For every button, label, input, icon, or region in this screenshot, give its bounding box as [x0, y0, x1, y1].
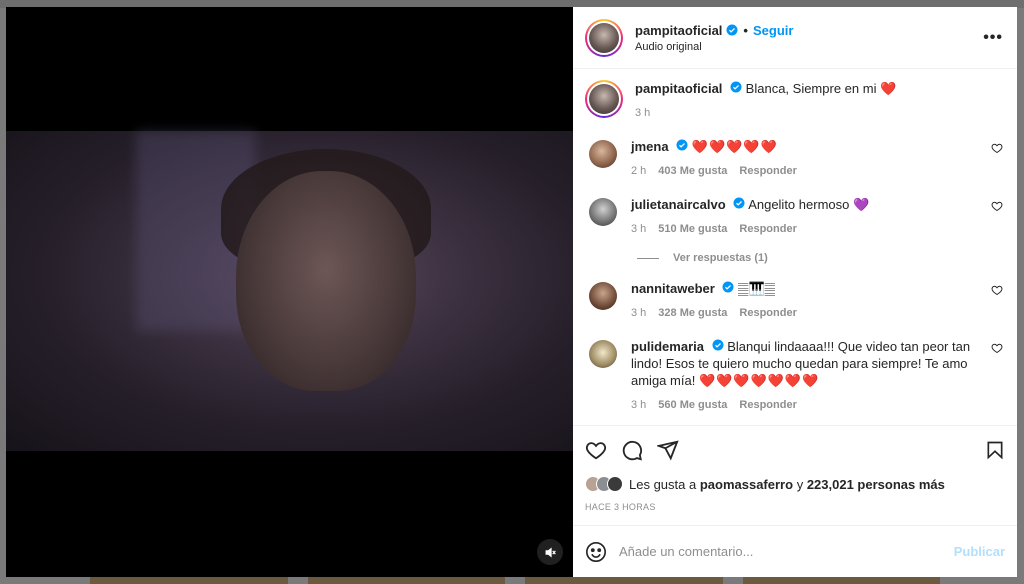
comment-emoji: 💜: [852, 197, 870, 212]
heart-icon[interactable]: [991, 284, 1003, 296]
replies-divider: [637, 257, 659, 259]
comment-item: pulidemaria Blanqui lindaaaa!!! Que vide…: [585, 338, 1005, 414]
comment-text: 𝄛🎹𝄛: [738, 281, 776, 296]
post-caption: pampitaoficial Blanca, Siempre en mi ❤️ …: [585, 70, 1005, 122]
reply-button[interactable]: Responder: [739, 305, 796, 322]
heart-icon[interactable]: [991, 342, 1003, 354]
bookmark-icon[interactable]: [985, 439, 1005, 461]
video-frame[interactable]: [6, 131, 573, 451]
verified-badge-icon: [726, 24, 738, 36]
caption-username[interactable]: pampitaoficial: [635, 81, 722, 96]
comment-composer: Añade un comentario... Publicar: [573, 525, 1017, 577]
verified-badge-icon: [733, 197, 745, 209]
video-subject-face: [236, 171, 416, 391]
post-modal: pampitaoficial • Seguir Audio original •…: [6, 7, 1017, 577]
audio-link[interactable]: Audio original: [635, 41, 793, 53]
heart-icon[interactable]: [991, 200, 1003, 212]
follow-button[interactable]: Seguir: [753, 23, 793, 38]
comment-username[interactable]: julietanaircalvo: [631, 197, 726, 212]
comment-item: nannitaweber 𝄛🎹𝄛 3 h 328 Me gusta Respon…: [585, 280, 1005, 322]
verified-badge-icon: [722, 281, 734, 293]
comment-time: 3 h: [631, 223, 647, 235]
caption-text: Blanca, Siempre en mi ❤️: [745, 81, 897, 96]
caption-avatar[interactable]: [585, 80, 623, 118]
reply-button[interactable]: Responder: [739, 397, 796, 414]
comment-time: 3 h: [631, 307, 647, 319]
caption-time: 3 h: [635, 107, 651, 119]
commenter-avatar[interactable]: [589, 140, 617, 168]
heart-icon[interactable]: [991, 142, 1003, 154]
separator-dot: •: [743, 22, 748, 38]
author-username[interactable]: pampitaoficial: [635, 23, 722, 38]
comment-username[interactable]: jmena: [631, 139, 669, 154]
commenter-avatar[interactable]: [589, 340, 617, 368]
heart-icon[interactable]: [585, 439, 607, 461]
comment-item: jmena ❤️❤️❤️❤️❤️ 2 h 403 Me gusta Respon…: [585, 138, 1005, 180]
reply-button[interactable]: Responder: [739, 221, 796, 238]
comment-icon[interactable]: [621, 439, 643, 461]
background-feed-thumbnails: [90, 576, 940, 584]
comment-likes[interactable]: 328 Me gusta: [658, 305, 727, 322]
comment-time: 3 h: [631, 399, 647, 411]
view-replies-label: Ver respuestas (1): [673, 252, 768, 264]
more-options-button[interactable]: •••: [983, 29, 1003, 47]
commenter-avatar[interactable]: [589, 282, 617, 310]
liker-avatar: [607, 476, 623, 492]
post-side-panel: pampitaoficial • Seguir Audio original •…: [573, 7, 1017, 577]
post-actions: Les gusta a paomassaferro y 223,021 pers…: [573, 425, 1017, 512]
comments-list[interactable]: pampitaoficial Blanca, Siempre en mi ❤️ …: [573, 70, 1017, 425]
share-icon[interactable]: [657, 439, 679, 461]
post-header: pampitaoficial • Seguir Audio original •…: [573, 7, 1017, 69]
likes-user[interactable]: paomassaferro: [700, 477, 793, 492]
comment-text: Angelito hermoso: [748, 197, 850, 212]
mute-toggle-button[interactable]: [537, 539, 563, 565]
comment-username[interactable]: pulidemaria: [631, 339, 704, 354]
comment-username[interactable]: nannitaweber: [631, 281, 715, 296]
post-timestamp[interactable]: HACE 3 HORAS: [585, 502, 1005, 512]
comment-likes[interactable]: 510 Me gusta: [658, 221, 727, 238]
author-avatar[interactable]: [585, 18, 623, 57]
post-media[interactable]: [6, 7, 573, 577]
comment-likes[interactable]: 403 Me gusta: [658, 163, 727, 180]
view-replies-button[interactable]: Ver respuestas (1): [637, 252, 1005, 264]
comment-likes[interactable]: 560 Me gusta: [658, 397, 727, 414]
likes-count[interactable]: 223,021 personas más: [807, 477, 945, 492]
publish-button[interactable]: Publicar: [954, 544, 1005, 559]
verified-badge-icon: [730, 81, 742, 93]
emoji-icon[interactable]: [585, 541, 607, 563]
reply-button[interactable]: Responder: [739, 163, 796, 180]
likes-summary[interactable]: Les gusta a paomassaferro y 223,021 pers…: [585, 476, 1005, 492]
likes-prefix: Les gusta a: [629, 476, 697, 492]
verified-badge-icon: [676, 139, 688, 151]
comment-item: julietanaircalvo Angelito hermoso 💜 3 h …: [585, 196, 1005, 238]
comment-time: 2 h: [631, 165, 647, 177]
muted-speaker-icon: [545, 546, 556, 558]
verified-badge-icon: [712, 339, 724, 351]
comment-emoji: ❤️❤️❤️❤️❤️❤️❤️: [698, 373, 820, 388]
commenter-avatar[interactable]: [589, 198, 617, 226]
comment-text: ❤️❤️❤️❤️❤️: [691, 139, 778, 154]
action-bar: [585, 438, 1005, 462]
likes-connector: y: [796, 476, 804, 492]
comment-input[interactable]: Añade un comentario...: [619, 544, 954, 559]
